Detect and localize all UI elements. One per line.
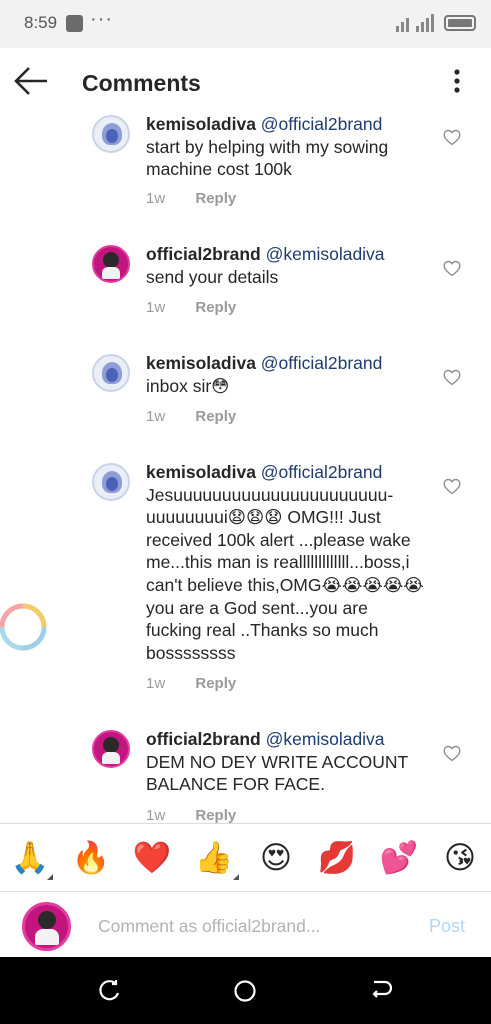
comment-text: kemisoladiva @official2brand start by he… [146, 115, 426, 181]
comment-meta: 1w Reply [146, 408, 236, 425]
heart-icon[interactable] [443, 369, 461, 386]
heart-icon[interactable] [443, 260, 461, 277]
comment-username[interactable]: official2brand [146, 244, 261, 264]
emoji-variants-indicator [233, 874, 239, 880]
heart-eyes-emoji[interactable]: 😍 [256, 838, 296, 878]
reply-button[interactable]: Reply [195, 299, 236, 316]
heart-icon[interactable] [443, 129, 461, 146]
comment-content: send your details [146, 266, 279, 287]
comment-content: DEM NO DEY WRITE ACCOUNT BALANCE FOR FAC… [146, 751, 408, 795]
comment-age: 1w [146, 807, 166, 823]
reply-button[interactable]: Reply [195, 675, 236, 692]
comment-meta: 1w Reply [146, 190, 236, 207]
comment-compose-bar: Post [0, 891, 491, 957]
status-bar: 8:59 ··· [0, 0, 491, 48]
comment-content: start by helping with my sowing machine … [146, 136, 389, 180]
reply-button[interactable]: Reply [195, 408, 236, 425]
comment-age: 1w [146, 299, 166, 316]
comment-age: 1w [146, 408, 166, 425]
red-heart-emoji[interactable]: ❤️ [132, 838, 172, 878]
header: Comments [0, 48, 491, 115]
comment-mention[interactable]: @official2brand [261, 462, 383, 482]
comment-meta: 1w Reply [146, 299, 236, 316]
comment-mention[interactable]: @kemisoladiva [266, 729, 385, 749]
avatar [22, 902, 71, 951]
comment-username[interactable]: kemisoladiva [146, 353, 256, 373]
comment-text: official2brand @kemisoladiva DEM NO DEY … [146, 728, 426, 796]
comment-content: inbox sir😳 [146, 375, 230, 396]
reply-button[interactable]: Reply [195, 190, 236, 207]
signal-icon [396, 14, 434, 32]
notification-app-icon [66, 15, 83, 32]
comment-item: kemisoladiva @official2brand inbox sir😳 … [0, 352, 491, 452]
folded-hands-emoji[interactable]: 🙏 [10, 838, 50, 878]
comment-input[interactable] [98, 912, 398, 940]
comment-text: official2brand @kemisoladiva send your d… [146, 243, 426, 288]
two-hearts-emoji[interactable]: 💕 [379, 838, 419, 878]
thumbs-up-emoji[interactable]: 👍 [194, 838, 234, 878]
avatar[interactable] [92, 730, 130, 768]
more-options-icon[interactable] [444, 66, 470, 96]
comment-content: Jesuuuuuuuuuuuuuuuuuuuuuu-uuuuuuuui😧😧😧 O… [146, 484, 424, 663]
avatar[interactable] [92, 245, 130, 283]
comment-item: official2brand @kemisoladiva DEM NO DEY … [0, 728, 491, 823]
system-nav-bar [0, 957, 491, 1024]
home-icon[interactable] [232, 978, 258, 1004]
battery-icon [444, 15, 476, 31]
status-time: 8:59 [24, 13, 58, 32]
back-arrow-icon[interactable] [12, 64, 50, 98]
comment-username[interactable]: kemisoladiva [146, 115, 256, 134]
face-blowing-kiss-emoji[interactable]: 😘 [440, 838, 480, 878]
post-button[interactable]: Post [429, 916, 465, 937]
comment-mention[interactable]: @official2brand [261, 353, 383, 373]
comment-item: kemisoladiva @official2brand Jesuuuuuuuu… [0, 461, 491, 701]
back-icon[interactable] [368, 978, 394, 1004]
comment-mention[interactable]: @kemisoladiva [266, 244, 385, 264]
comment-username[interactable]: official2brand [146, 729, 261, 749]
comment-item: kemisoladiva @official2brand start by he… [0, 115, 491, 215]
page-title: Comments [82, 70, 201, 96]
fire-emoji[interactable]: 🔥 [71, 838, 111, 878]
comment-username[interactable]: kemisoladiva [146, 462, 256, 482]
comment-meta: 1w Reply [146, 807, 236, 823]
comment-item: official2brand @kemisoladiva send your d… [0, 243, 491, 343]
avatar[interactable] [92, 463, 130, 501]
recent-apps-icon[interactable] [97, 978, 123, 1004]
comment-text: kemisoladiva @official2brand inbox sir😳 [146, 352, 426, 397]
more-notifications-icon: ··· [90, 8, 113, 30]
comments-list: kemisoladiva @official2brand start by he… [0, 115, 491, 823]
emoji-bar: 🙏 🔥 ❤️ 👍 😍 💋 💕 😘 [0, 823, 491, 891]
comment-meta: 1w Reply [146, 675, 236, 692]
avatar[interactable] [92, 115, 130, 153]
comment-age: 1w [146, 675, 166, 692]
loading-spinner-icon [0, 603, 47, 651]
reply-button[interactable]: Reply [195, 807, 236, 823]
emoji-variants-indicator [47, 874, 53, 880]
kiss-mark-emoji[interactable]: 💋 [317, 838, 357, 878]
heart-icon[interactable] [443, 478, 461, 495]
comment-age: 1w [146, 190, 166, 207]
heart-icon[interactable] [443, 745, 461, 762]
comment-mention[interactable]: @official2brand [261, 115, 383, 134]
avatar[interactable] [92, 354, 130, 392]
comment-text: kemisoladiva @official2brand Jesuuuuuuuu… [146, 461, 426, 664]
